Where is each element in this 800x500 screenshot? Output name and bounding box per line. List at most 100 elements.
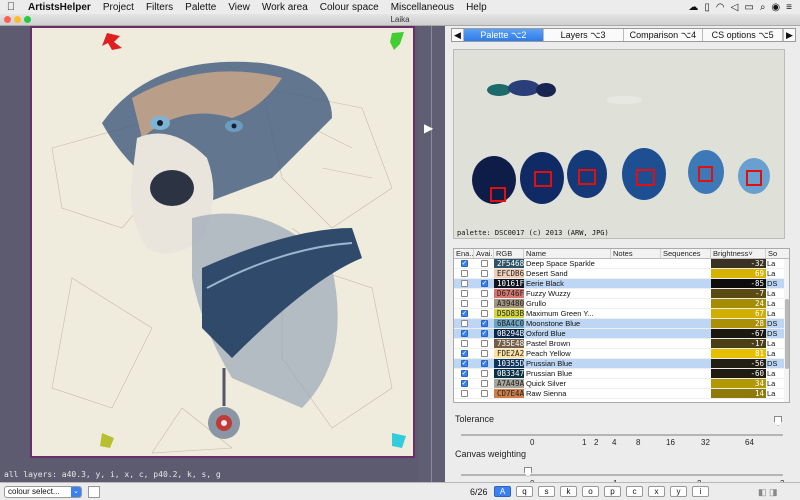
enabled-checkbox[interactable] bbox=[460, 280, 468, 287]
table-row[interactable]: ✓ FDE2A2 Peach Yellow 81 La bbox=[454, 349, 789, 359]
table-row[interactable]: ✓ 0B3347 Prussian Blue -60 La bbox=[454, 369, 789, 379]
weighting-track[interactable] bbox=[461, 474, 783, 476]
table-row[interactable]: ✓ 6BA4C0 Moonstone Blue 28 DS bbox=[454, 319, 789, 329]
table-scrollbar[interactable] bbox=[784, 259, 789, 402]
table-row[interactable]: A39480 Grullo 24 La bbox=[454, 299, 789, 309]
channel-key-s[interactable]: s bbox=[538, 486, 555, 497]
available-checkbox[interactable]: ✓ bbox=[480, 320, 488, 327]
rgb-cell: 0B294B bbox=[494, 329, 524, 338]
available-checkbox[interactable]: ✓ bbox=[480, 330, 488, 337]
table-row[interactable]: ✓ 2F5468 Deep Space Sparkle -32 La bbox=[454, 259, 789, 269]
channel-key-p[interactable]: p bbox=[604, 486, 621, 497]
col-enabled[interactable]: Ena... bbox=[454, 249, 474, 258]
channel-key-x[interactable]: x bbox=[648, 486, 665, 497]
channel-key-k[interactable]: k bbox=[560, 486, 577, 497]
splitter-rail[interactable]: ▶ bbox=[418, 26, 445, 482]
table-row[interactable]: ✓ D5D83B Maximum Green Y... 67 La bbox=[454, 309, 789, 319]
available-checkbox[interactable] bbox=[480, 300, 488, 307]
available-checkbox[interactable]: ✓ bbox=[480, 280, 488, 287]
tab-cs-options[interactable]: CS options ⌥5 bbox=[703, 29, 783, 41]
menu-project[interactable]: Project bbox=[97, 2, 140, 13]
current-colour-swatch[interactable] bbox=[88, 486, 100, 498]
col-sequences[interactable]: Sequences bbox=[661, 249, 711, 258]
table-row[interactable]: ✓ ✓ 0B294B Oxford Blue -67 DS bbox=[454, 329, 789, 339]
menu-colour-space[interactable]: Colour space bbox=[314, 2, 385, 13]
wifi-icon[interactable]: ◠ bbox=[716, 2, 725, 13]
enabled-checkbox[interactable]: ✓ bbox=[460, 380, 468, 387]
enabled-checkbox[interactable]: ✓ bbox=[460, 370, 468, 377]
tab-prev-icon[interactable]: ◀ bbox=[452, 29, 464, 41]
table-row[interactable]: CD7E4A Raw Sienna 14 La bbox=[454, 389, 789, 399]
scroll-thumb[interactable] bbox=[785, 299, 789, 369]
table-row[interactable]: 735E48 Pastel Brown -17 La bbox=[454, 339, 789, 349]
col-sort[interactable]: So bbox=[766, 249, 789, 258]
volume-icon[interactable]: ◁ bbox=[731, 2, 739, 13]
available-checkbox[interactable] bbox=[480, 260, 488, 267]
enabled-checkbox[interactable] bbox=[460, 390, 468, 397]
table-row[interactable]: D6746F Fuzzy Wuzzy -7 La bbox=[454, 289, 789, 299]
table-row[interactable]: ✓ ✓ 10355D Prussian Blue -56 DS bbox=[454, 359, 789, 369]
enabled-checkbox[interactable]: ✓ bbox=[460, 360, 468, 367]
table-row[interactable]: EFCDB6 Desert Sand 69 La bbox=[454, 269, 789, 279]
enabled-checkbox[interactable] bbox=[460, 320, 468, 327]
enabled-checkbox[interactable]: ✓ bbox=[460, 310, 468, 317]
menu-help[interactable]: Help bbox=[460, 2, 493, 13]
lock-icon[interactable]: ▯ bbox=[704, 2, 710, 13]
name-cell: Peach Yellow bbox=[526, 349, 571, 358]
channel-key-A[interactable]: A bbox=[494, 486, 511, 497]
battery-icon[interactable]: ▭ bbox=[744, 2, 753, 13]
col-name[interactable]: Name bbox=[524, 249, 611, 258]
colour-select-dropdown[interactable]: colour select... ⌄ bbox=[4, 486, 82, 498]
app-menu[interactable]: ArtistsHelper bbox=[22, 2, 97, 13]
channel-key-o[interactable]: o bbox=[582, 486, 599, 497]
table-row[interactable]: ✓ 10161F Eerie Black -85 DS bbox=[454, 279, 789, 289]
available-checkbox[interactable]: ✓ bbox=[480, 360, 488, 367]
menu-work-area[interactable]: Work area bbox=[256, 2, 314, 13]
tab-palette[interactable]: Palette ⌥2 bbox=[464, 29, 544, 41]
menu-filters[interactable]: Filters bbox=[140, 2, 179, 13]
splitter-arrow-icon[interactable]: ▶ bbox=[424, 121, 433, 135]
available-checkbox[interactable] bbox=[480, 350, 488, 357]
col-available[interactable]: Avai... bbox=[474, 249, 494, 258]
enabled-checkbox[interactable] bbox=[460, 290, 468, 297]
available-checkbox[interactable] bbox=[480, 380, 488, 387]
palette-expand-icon[interactable]: ▶ bbox=[784, 132, 785, 143]
menu-list-icon[interactable]: ≡ bbox=[786, 2, 792, 13]
apple-icon[interactable]:  bbox=[0, 1, 22, 13]
channel-key-i[interactable]: i bbox=[692, 486, 709, 497]
tab-next-icon[interactable]: ▶ bbox=[783, 29, 795, 41]
notes-cell bbox=[611, 339, 661, 348]
available-checkbox[interactable] bbox=[480, 340, 488, 347]
col-brightness[interactable]: Brightness˅ bbox=[711, 249, 766, 258]
tolerance-track[interactable] bbox=[461, 434, 783, 436]
enabled-checkbox[interactable]: ✓ bbox=[460, 260, 468, 267]
enabled-checkbox[interactable] bbox=[460, 340, 468, 347]
channel-key-c[interactable]: c bbox=[626, 486, 643, 497]
menu-view[interactable]: View bbox=[222, 2, 256, 13]
available-checkbox[interactable] bbox=[480, 290, 488, 297]
user-icon[interactable]: ◉ bbox=[771, 2, 780, 13]
menu-palette[interactable]: Palette bbox=[179, 2, 222, 13]
menu-miscellaneous[interactable]: Miscellaneous bbox=[385, 2, 460, 13]
enabled-checkbox[interactable] bbox=[460, 300, 468, 307]
col-notes[interactable]: Notes bbox=[611, 249, 661, 258]
table-row[interactable]: ✓ A7A49A Quick Silver 34 La bbox=[454, 379, 789, 389]
channel-key-y[interactable]: y bbox=[670, 486, 687, 497]
enabled-checkbox[interactable]: ✓ bbox=[460, 350, 468, 357]
channel-key-q[interactable]: q bbox=[516, 486, 533, 497]
window-size-icons[interactable]: ◧ ◨ bbox=[758, 487, 778, 498]
tab-layers[interactable]: Layers ⌥3 bbox=[544, 29, 624, 41]
palette-photo[interactable]: palette: DSC0017 (c) 2013 (ARW, JPG) ▶ bbox=[453, 49, 785, 239]
available-checkbox[interactable] bbox=[480, 370, 488, 377]
available-checkbox[interactable] bbox=[480, 390, 488, 397]
tolerance-slider[interactable] bbox=[774, 416, 782, 426]
enabled-checkbox[interactable] bbox=[460, 270, 468, 277]
painting-canvas[interactable] bbox=[30, 26, 415, 458]
search-icon[interactable]: ⌕ bbox=[760, 2, 766, 13]
col-rgb[interactable]: RGB bbox=[494, 249, 524, 258]
available-checkbox[interactable] bbox=[480, 310, 488, 317]
available-checkbox[interactable] bbox=[480, 270, 488, 277]
tab-comparison[interactable]: Comparison ⌥4 bbox=[624, 29, 704, 41]
cloud-icon[interactable]: ☁ bbox=[688, 2, 698, 13]
enabled-checkbox[interactable]: ✓ bbox=[460, 330, 468, 337]
